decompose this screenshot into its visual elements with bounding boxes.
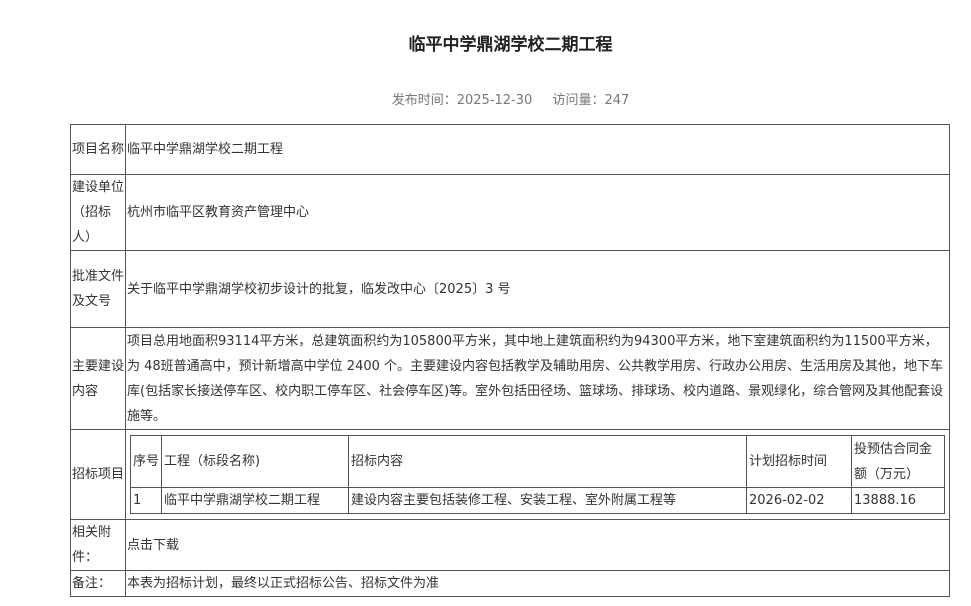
cell-section: 临平中学鼎湖学校二期工程 bbox=[161, 487, 349, 514]
bidding-label: 招标项目 bbox=[70, 429, 126, 520]
builder-value: 杭州市临平区教育资产管理中心 bbox=[125, 174, 950, 251]
header-content: 招标内容 bbox=[348, 435, 747, 488]
attachment-label: 相关附件： bbox=[70, 519, 126, 571]
row-remark: 备注： 本表为招标计划，最终以正式招标公告、招标文件为准 bbox=[70, 570, 950, 597]
cell-plan-time: 2026-02-02 bbox=[746, 487, 852, 514]
row-approval: 批准文件及文号 关于临平中学鼎湖学校初步设计的批复，临发改中心〔2025〕3 号 bbox=[70, 250, 950, 328]
header-amount: 投预估合同金额（万元） bbox=[851, 435, 945, 488]
project-name-label: 项目名称 bbox=[70, 124, 126, 175]
remark-label: 备注： bbox=[70, 570, 126, 597]
header-index: 序号 bbox=[130, 435, 162, 488]
builder-label: 建设单位（招标人） bbox=[70, 174, 126, 251]
bidding-subtable: 序号 工程（标段名称) 招标内容 计划招标时间 投预估合同金额（万元） 1 临平… bbox=[130, 435, 945, 514]
publish-time: 发布时间：2025-12-30 bbox=[391, 93, 533, 108]
content-value: 项目总用地面积93114平方米，总建筑面积约为105800平方米，其中地上建筑面… bbox=[125, 327, 950, 430]
header-section: 工程（标段名称) bbox=[161, 435, 349, 488]
remark-value: 本表为招标计划，最终以正式招标公告、招标文件为准 bbox=[125, 570, 950, 597]
header-plan-time: 计划招标时间 bbox=[746, 435, 852, 488]
project-name-value: 临平中学鼎湖学校二期工程 bbox=[125, 124, 950, 175]
bidding-cell: 序号 工程（标段名称) 招标内容 计划招标时间 投预估合同金额（万元） 1 临平… bbox=[125, 429, 950, 520]
page-title: 临平中学鼎湖学校二期工程 bbox=[408, 35, 613, 55]
row-builder: 建设单位（招标人） 杭州市临平区教育资产管理中心 bbox=[70, 174, 950, 251]
cell-content: 建设内容主要包括装修工程、安装工程、室外附属工程等 bbox=[348, 487, 747, 514]
content-label: 主要建设内容 bbox=[70, 327, 126, 430]
table-row: 1 临平中学鼎湖学校二期工程 建设内容主要包括装修工程、安装工程、室外附属工程等… bbox=[130, 487, 945, 514]
row-project-name: 项目名称 临平中学鼎湖学校二期工程 bbox=[70, 124, 950, 175]
attachment-link[interactable]: 点击下载 bbox=[125, 519, 950, 571]
approval-value: 关于临平中学鼎湖学校初步设计的批复，临发改中心〔2025〕3 号 bbox=[125, 250, 950, 328]
row-bidding: 招标项目 序号 工程（标段名称) 招标内容 计划招标时间 投预估合同金额（万元） bbox=[70, 429, 950, 520]
bidding-header-row: 序号 工程（标段名称) 招标内容 计划招标时间 投预估合同金额（万元） bbox=[130, 435, 945, 488]
page-meta: 发布时间：2025-12-30 访问量：247 bbox=[0, 89, 971, 108]
view-count: 访问量：247 bbox=[552, 93, 630, 108]
row-content: 主要建设内容 项目总用地面积93114平方米，总建筑面积约为105800平方米，… bbox=[70, 327, 950, 430]
bid-plan-table: 项目名称 临平中学鼎湖学校二期工程 建设单位（招标人） 杭州市临平区教育资产管理… bbox=[70, 124, 950, 597]
row-attachment: 相关附件： 点击下载 bbox=[70, 519, 950, 571]
cell-index: 1 bbox=[130, 487, 162, 514]
cell-amount: 13888.16 bbox=[851, 487, 945, 514]
approval-label: 批准文件及文号 bbox=[70, 250, 126, 328]
